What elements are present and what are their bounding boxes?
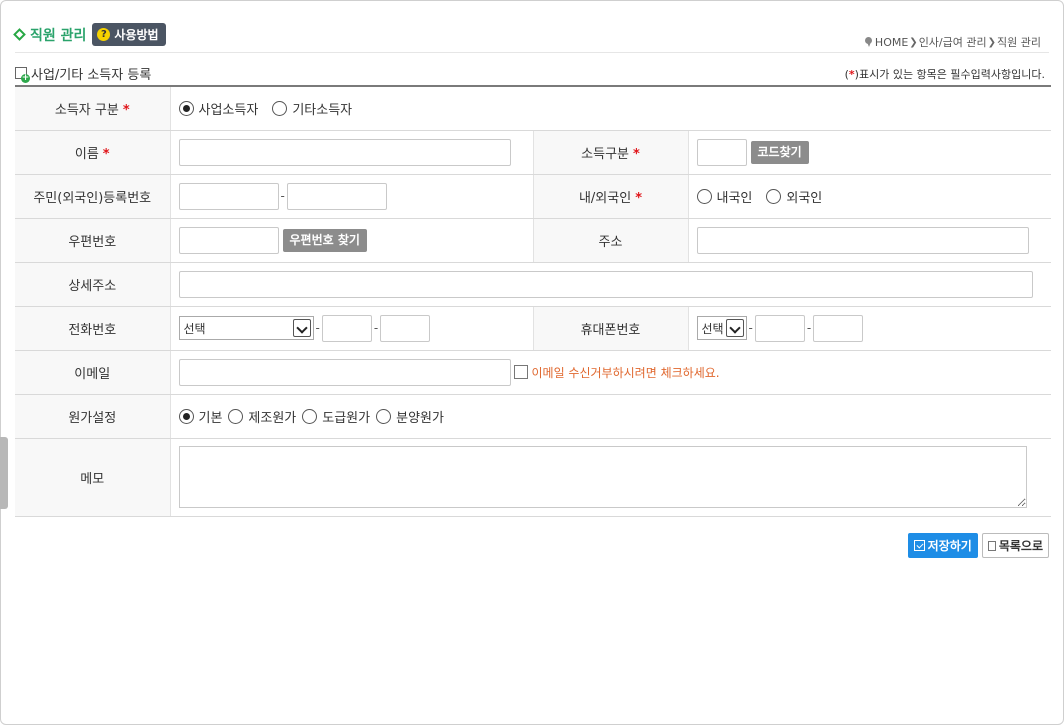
row-phone: 전화번호 선택 - - 휴대폰번호 선택 - - [15, 306, 1051, 351]
phone-area-select[interactable]: 선택 [178, 316, 314, 340]
question-icon: ? [97, 28, 111, 41]
diamond-icon [13, 28, 26, 41]
row-email: 이메일 이메일 수신거부하시려면 체크하세요. [15, 350, 1051, 395]
name-input[interactable] [178, 138, 511, 166]
registration-form: 소득자 구분 * 사업소득자 기타소득자 이름 * 소득구분 * 코드찾기 주민(외국… [15, 85, 1051, 517]
side-collapse-handle[interactable] [0, 437, 8, 509]
chevron-right-icon: ❯ [909, 36, 918, 48]
breadcrumb-hr[interactable]: 인사/급여 관리 [919, 34, 987, 50]
action-bar: 저장하기 목록으로 [907, 533, 1049, 558]
radio-foreign[interactable] [766, 188, 782, 204]
resident-no-part1[interactable] [178, 182, 279, 210]
label-address-detail: 상세주소 [15, 262, 171, 307]
email-optout-checkbox[interactable] [513, 365, 528, 379]
row-resident-no: 주민(외국인)등록번호 - 내/외국인 * 내국인 외국인 [15, 174, 1051, 219]
label-income-code: 소득구분 * [533, 130, 689, 175]
label-nationality: 내/외국인 * [533, 174, 689, 219]
label-cost-setting: 원가설정 [15, 394, 171, 439]
add-document-icon [15, 67, 30, 83]
zipcode-input[interactable] [178, 226, 279, 254]
chevron-down-icon [725, 319, 744, 337]
radio-cost-manufacturing-label[interactable]: 제조원가 [248, 407, 296, 426]
radio-cost-sale-label[interactable]: 분양원가 [396, 407, 444, 426]
mobile-mid-input[interactable] [754, 314, 805, 342]
row-cost-setting: 원가설정 기본 제조원가 도급원가 분양원가 [15, 394, 1051, 439]
help-button[interactable]: ? 사용방법 [92, 23, 166, 46]
radio-domestic[interactable] [696, 188, 712, 204]
email-input[interactable] [178, 358, 511, 386]
save-button[interactable]: 저장하기 [907, 533, 978, 558]
radio-domestic-label[interactable]: 내국인 [717, 187, 753, 206]
radio-cost-manufacturing[interactable] [228, 408, 244, 424]
memo-textarea[interactable] [178, 446, 1027, 508]
radio-business-income[interactable] [178, 100, 194, 116]
income-code-input[interactable] [696, 138, 747, 166]
row-name: 이름 * 소득구분 * 코드찾기 [15, 130, 1051, 175]
radio-foreign-label[interactable]: 외국인 [786, 187, 822, 206]
label-memo: 메모 [15, 438, 171, 517]
find-code-button[interactable]: 코드찾기 [750, 140, 809, 164]
resident-no-part2[interactable] [286, 182, 387, 210]
radio-cost-sale[interactable] [376, 408, 392, 424]
address-detail-input[interactable] [178, 270, 1033, 298]
label-mobile: 휴대폰번호 [533, 306, 689, 351]
breadcrumb-home[interactable]: HOME [875, 36, 908, 49]
save-button-label: 저장하기 [927, 539, 972, 553]
radio-cost-contract[interactable] [302, 408, 318, 424]
row-address-detail: 상세주소 [15, 262, 1051, 307]
address-input[interactable] [696, 226, 1029, 254]
edit-icon [913, 540, 925, 551]
section-bar: 사업/기타 소득자 등록 (*)표시가 있는 항목은 필수입력사항입니다. [15, 63, 1049, 83]
page-frame: 직원 관리 ? 사용방법 HOME ❯ 인사/급여 관리 ❯ 직원 관리 사업/… [0, 0, 1064, 725]
label-email: 이메일 [15, 350, 171, 395]
label-address: 주소 [533, 218, 689, 263]
list-button-label: 목록으로 [998, 539, 1043, 553]
radio-business-income-label[interactable]: 사업소득자 [199, 99, 259, 118]
mobile-prefix-select-value: 선택 [701, 321, 724, 336]
row-memo: 메모 [15, 438, 1051, 517]
chevron-down-icon [292, 319, 311, 337]
radio-other-income[interactable] [272, 100, 288, 116]
breadcrumb-current: 직원 관리 [997, 36, 1041, 49]
breadcrumb: HOME ❯ 인사/급여 관리 ❯ 직원 관리 [864, 34, 1041, 50]
location-pin-icon [864, 37, 872, 47]
mobile-prefix-select[interactable]: 선택 [696, 316, 747, 340]
label-zipcode: 우편번호 [15, 218, 171, 263]
page-title: 직원 관리 [30, 27, 87, 44]
row-zipcode: 우편번호 우편번호 찾기 주소 [15, 218, 1051, 263]
label-resident-no: 주민(외국인)등록번호 [15, 174, 171, 219]
row-income-type: 소득자 구분 * 사업소득자 기타소득자 [15, 86, 1051, 131]
find-zipcode-button[interactable]: 우편번호 찾기 [282, 228, 367, 252]
required-notice-text: )표시가 있는 항목은 필수입력사항입니다. [854, 68, 1045, 81]
document-icon [987, 540, 996, 551]
label-income-type: 소득자 구분 * [15, 86, 171, 131]
page-header: 직원 관리 ? 사용방법 HOME ❯ 인사/급여 관리 ❯ 직원 관리 [13, 21, 1049, 53]
phone-area-select-value: 선택 [183, 321, 206, 336]
email-optout-label[interactable]: 이메일 수신거부하시려면 체크하세요. [532, 366, 720, 380]
list-button[interactable]: 목록으로 [981, 533, 1049, 558]
radio-other-income-label[interactable]: 기타소득자 [292, 99, 352, 118]
radio-cost-basic[interactable] [178, 408, 194, 424]
required-notice: (*)표시가 있는 항목은 필수입력사항입니다. [845, 66, 1045, 82]
label-name: 이름 * [15, 130, 171, 175]
phone-mid-input[interactable] [321, 314, 372, 342]
radio-cost-contract-label[interactable]: 도급원가 [322, 407, 370, 426]
radio-cost-basic-label[interactable]: 기본 [199, 407, 223, 426]
phone-last-input[interactable] [380, 314, 431, 342]
section-title: 사업/기타 소득자 등록 [31, 68, 152, 83]
mobile-last-input[interactable] [813, 314, 864, 342]
help-button-label: 사용방법 [114, 28, 159, 42]
label-phone: 전화번호 [15, 306, 171, 351]
chevron-right-icon: ❯ [987, 36, 997, 48]
